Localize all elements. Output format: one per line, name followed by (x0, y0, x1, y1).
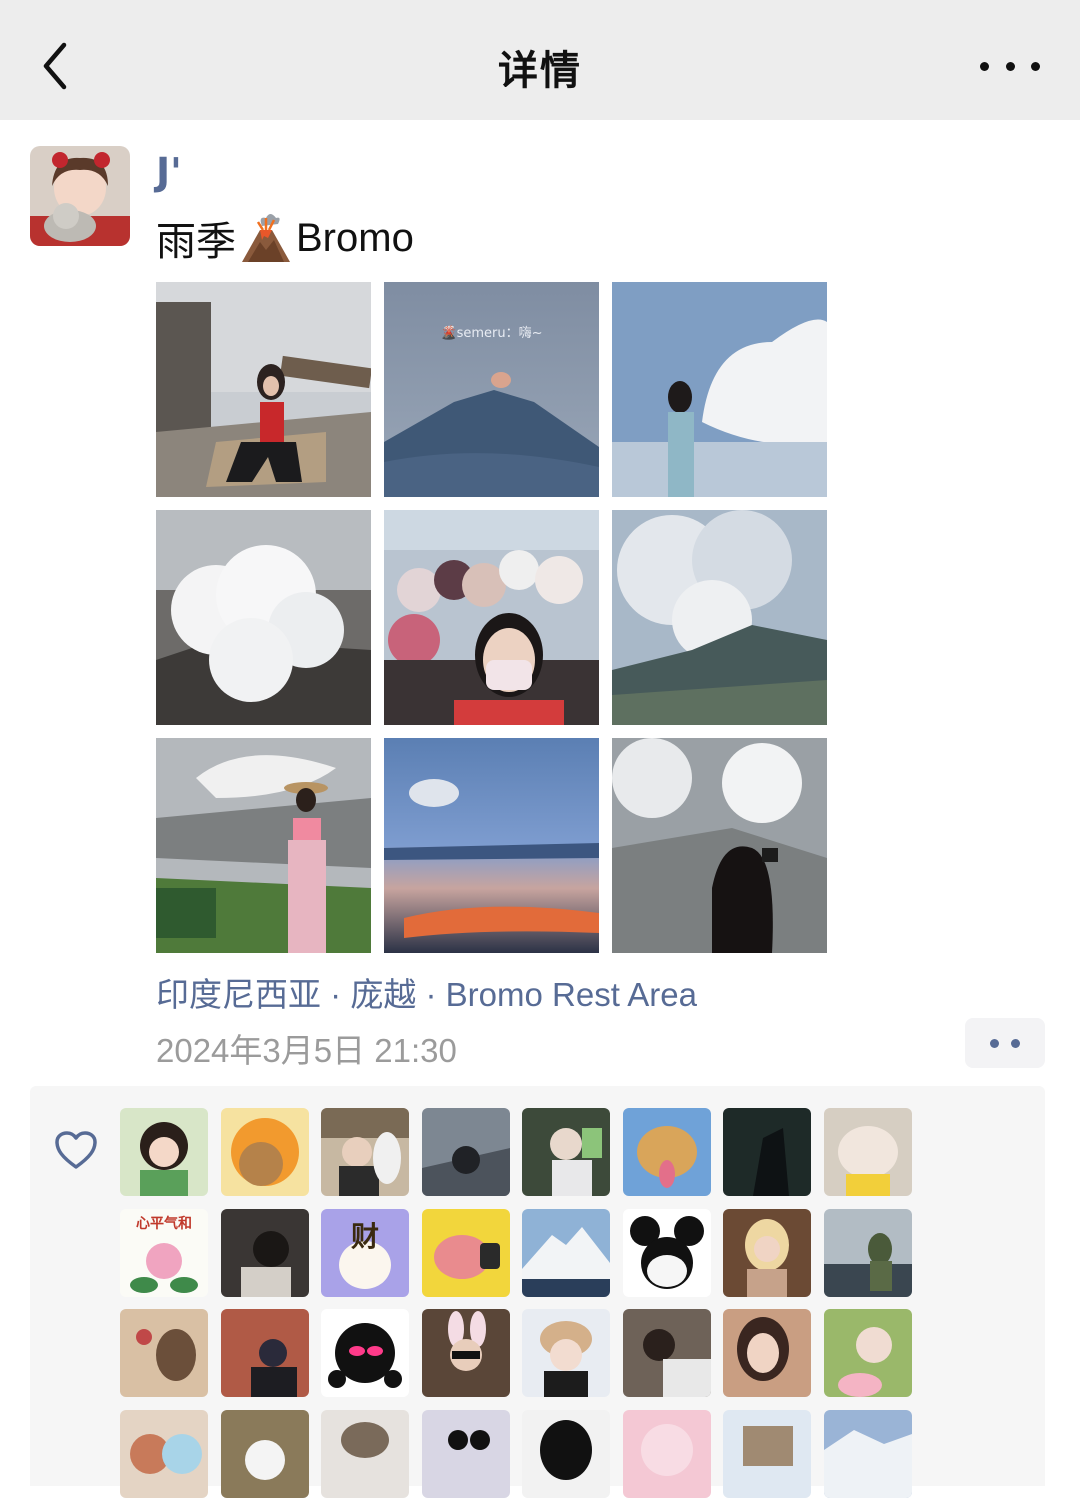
liker-avatar[interactable] (120, 1108, 208, 1196)
liker-avatar[interactable] (622, 1108, 711, 1196)
post-text-after: Bromo (296, 215, 414, 260)
liker-avatar[interactable] (522, 1108, 610, 1196)
avatar-text: 心平气和 (136, 1215, 192, 1232)
liker-avatar[interactable] (823, 1208, 912, 1297)
liker-avatar[interactable] (421, 1309, 510, 1397)
more-options-button[interactable] (980, 44, 1040, 88)
post-location[interactable]: 印度尼西亚 · 庞越 · Bromo Rest Area (156, 968, 697, 1016)
liker-avatar[interactable] (421, 1108, 510, 1196)
comment-like-menu-button[interactable] (965, 1018, 1045, 1068)
photo-6[interactable] (612, 510, 827, 725)
liker-avatar[interactable] (622, 1309, 711, 1397)
liker-avatar[interactable] (220, 1409, 309, 1498)
liker-avatar[interactable] (321, 1108, 409, 1196)
photo-7[interactable] (156, 738, 371, 953)
more-dot (1005, 61, 1015, 71)
post-text-before: 雨季 (156, 220, 236, 264)
liker-avatar[interactable] (220, 1309, 309, 1397)
photo-5[interactable] (384, 510, 599, 725)
liker-avatar[interactable]: 心平气和 (120, 1208, 208, 1297)
liker-avatar[interactable] (622, 1208, 711, 1297)
volcano-icon (242, 214, 290, 262)
more-dot (1031, 61, 1040, 71)
photo-1[interactable] (156, 282, 371, 497)
more-dot (990, 1038, 999, 1048)
liker-avatar[interactable] (823, 1409, 912, 1498)
heart-outline-icon (55, 1131, 97, 1169)
liker-avatar[interactable] (421, 1208, 510, 1297)
user-avatar[interactable] (30, 146, 130, 246)
post-author-name[interactable]: J' (156, 150, 182, 194)
post-timestamp: 2024年3月5日 21:30 (156, 1032, 457, 1069)
photo-8[interactable] (384, 738, 599, 953)
liker-avatar[interactable] (723, 1409, 811, 1498)
more-dot (1011, 1038, 1020, 1048)
liker-avatar[interactable] (522, 1409, 610, 1498)
photo-3[interactable] (612, 282, 827, 497)
liker-avatar[interactable] (622, 1409, 711, 1498)
photo-2[interactable]: 🌋semeru：嗨~ (384, 282, 599, 497)
more-horizontal-icon (980, 61, 989, 71)
liker-avatar[interactable] (321, 1409, 409, 1498)
avatar-text: 财 (350, 1219, 379, 1253)
photo-caption: 🌋semeru：嗨~ (440, 326, 543, 341)
liker-avatar[interactable] (723, 1108, 811, 1196)
post-text: 雨季 Bromo (156, 210, 414, 266)
liker-avatar[interactable] (723, 1208, 811, 1297)
likes-section: 心平气和 财 (30, 1086, 1045, 1498)
liker-avatar[interactable] (120, 1309, 208, 1397)
page-title: 详情 (498, 48, 582, 94)
liker-avatar[interactable] (823, 1309, 912, 1397)
liker-avatar[interactable] (823, 1108, 912, 1196)
liker-avatar[interactable] (220, 1108, 309, 1196)
liker-avatar[interactable]: 财 (321, 1208, 409, 1297)
navigation-bar: 详情 (0, 0, 1080, 120)
liker-avatar[interactable] (522, 1309, 610, 1397)
liker-avatar[interactable] (220, 1208, 309, 1297)
liker-avatar[interactable] (421, 1409, 510, 1498)
liker-avatar[interactable] (120, 1409, 208, 1498)
liker-avatar[interactable] (522, 1208, 610, 1297)
photo-grid: 🌋semeru：嗨~ (156, 282, 829, 954)
photo-9[interactable] (612, 738, 827, 953)
liker-avatar[interactable] (723, 1309, 811, 1397)
photo-4[interactable] (156, 510, 371, 725)
liker-avatar[interactable] (321, 1309, 409, 1397)
liker-avatar-list: 心平气和 财 (120, 1108, 912, 1498)
